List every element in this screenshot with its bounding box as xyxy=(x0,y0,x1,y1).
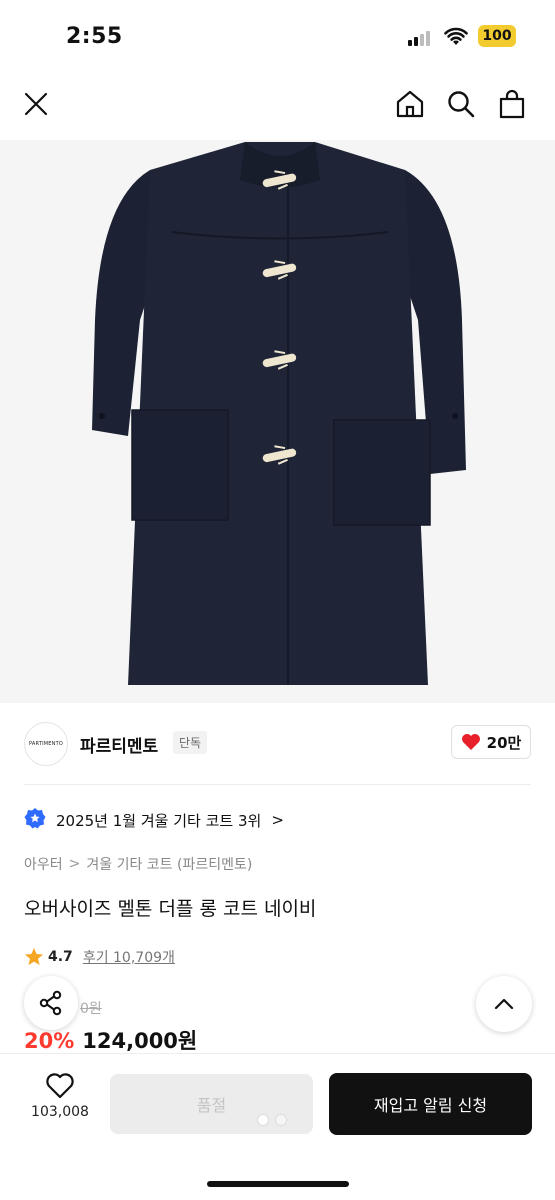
search-icon xyxy=(448,91,475,118)
breadcrumb-category[interactable]: 아우터 xyxy=(24,854,63,874)
close-button[interactable] xyxy=(18,86,54,122)
close-icon xyxy=(24,92,48,116)
scroll-to-top-button[interactable] xyxy=(476,976,532,1032)
rating-value: 4.7 xyxy=(48,949,73,965)
duffle-coat-image xyxy=(0,140,555,703)
search-button[interactable] xyxy=(443,86,479,122)
top-navigation xyxy=(0,72,555,136)
wishlist-count: 103,008 xyxy=(31,1104,89,1120)
wifi-icon xyxy=(444,27,468,45)
restock-alert-button[interactable]: 재입고 알림 신청 xyxy=(329,1073,532,1135)
brand-like-button[interactable]: 20만 xyxy=(451,725,531,759)
ranking-badge-icon xyxy=(24,808,46,829)
home-button[interactable] xyxy=(392,86,428,122)
brand-like-count: 20만 xyxy=(486,733,522,752)
star-icon xyxy=(25,948,43,965)
battery-indicator: 100 xyxy=(478,25,516,47)
original-price: 0원 xyxy=(80,1001,102,1017)
ranking-link[interactable]: 2025년 1월 겨울 기타 코트 3위 > xyxy=(24,805,284,835)
wishlist-button[interactable]: 103,008 xyxy=(20,1072,100,1132)
cellular-signal-icon xyxy=(408,30,434,46)
home-icon xyxy=(396,90,424,118)
status-bar: 2:55 100 xyxy=(0,0,555,72)
product-title: 오버사이즈 멜톤 더플 롱 코트 네이비 xyxy=(24,898,317,920)
exclusive-badge: 단독 xyxy=(173,731,208,754)
breadcrumb-subcategory[interactable]: 겨울 기타 코트 (파르티멘토) xyxy=(86,854,252,874)
review-count-link[interactable]: 후기 10,709개 xyxy=(83,947,175,967)
breadcrumb-separator: > xyxy=(68,856,81,872)
product-image[interactable] xyxy=(0,140,555,703)
page-dot xyxy=(276,1115,286,1125)
sale-price: 124,000원 xyxy=(82,1029,198,1053)
chevron-up-icon xyxy=(494,998,514,1010)
shopping-bag-button[interactable] xyxy=(494,86,530,122)
status-time: 2:55 xyxy=(66,24,123,49)
brand-name[interactable]: 파르티멘토 xyxy=(80,732,158,757)
breadcrumb: 아우터 > 겨울 기타 코트 (파르티멘토) xyxy=(24,854,252,874)
page-dot-active xyxy=(258,1115,268,1125)
heart-outline-icon xyxy=(46,1073,74,1099)
soldout-button: 품절 xyxy=(110,1074,313,1134)
chevron-right-icon: > xyxy=(271,811,284,829)
share-icon xyxy=(39,990,62,1016)
ranking-text: 2025년 1월 겨울 기타 코트 3위 xyxy=(56,811,262,830)
price-row: 20% 124,000원 xyxy=(24,1025,197,1055)
rating: 4.7 후기 10,709개 xyxy=(24,947,175,967)
share-button[interactable] xyxy=(24,976,78,1030)
page-indicator xyxy=(258,1115,286,1125)
home-indicator xyxy=(207,1181,349,1187)
bottom-action-bar: 103,008 품절 재입고 알림 신청 xyxy=(0,1053,555,1200)
heart-filled-icon xyxy=(461,734,480,750)
shopping-bag-icon xyxy=(499,89,525,119)
divider xyxy=(24,784,531,785)
brand-logo[interactable]: PARTIMENTO xyxy=(24,722,68,766)
brand-row: PARTIMENTO 파르티멘토 단독 20만 xyxy=(0,716,555,780)
discount-rate: 20% xyxy=(24,1029,75,1053)
